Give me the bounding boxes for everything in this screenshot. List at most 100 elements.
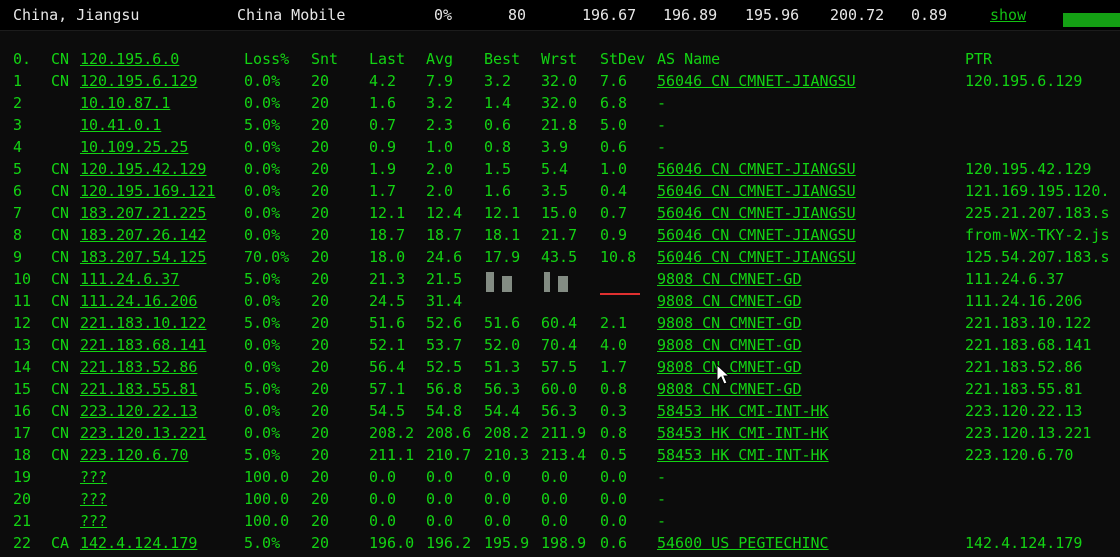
host-link[interactable]: 221.183.55.81: [80, 378, 197, 400]
best-value: 54.4: [484, 402, 521, 420]
host-link[interactable]: 111.24.16.206: [80, 290, 197, 312]
summary-loss: 0%: [434, 6, 453, 24]
as-name-link[interactable]: 56046 CN CMNET-JIANGSU: [657, 180, 856, 202]
host-link[interactable]: ???: [80, 488, 107, 510]
hop-number: 9: [13, 248, 23, 266]
best-value: 51.6: [484, 314, 521, 332]
ptr-value: 111.24.6.37: [965, 270, 1065, 288]
traceroute-table: 0. CN 120.195.6.0 Loss% Snt Last Avg Bes…: [0, 48, 1120, 554]
host-link[interactable]: 183.207.26.142: [80, 224, 206, 246]
table-row: 2 10.10.87.1 0.0% 20 1.6 3.2 1.4 32.0 6.8 -: [0, 92, 1120, 114]
last-value: 196.0: [369, 534, 415, 552]
host-link[interactable]: 221.183.52.86: [80, 356, 197, 378]
best-value: 12.1: [484, 204, 521, 222]
as-name-link[interactable]: 9808 CN CMNET-GD: [657, 356, 802, 378]
as-name-link[interactable]: 56046 CN CMNET-JIANGSU: [657, 246, 856, 268]
sent-value: 20: [311, 490, 330, 508]
as-name-link[interactable]: 9808 CN CMNET-GD: [657, 334, 802, 356]
country-code: CN: [51, 402, 70, 420]
as-name-link[interactable]: 58453 HK CMI-INT-HK: [657, 422, 829, 444]
avg-value: 3.2: [426, 94, 454, 112]
country-code: CN: [51, 424, 70, 442]
host-link[interactable]: 223.120.13.221: [80, 422, 206, 444]
host-link[interactable]: ???: [80, 466, 107, 488]
best-value: 51.3: [484, 358, 521, 376]
worst-value: 0.0: [541, 512, 569, 530]
loss-value: 5.0%: [244, 116, 281, 134]
country-code: CN: [51, 72, 70, 90]
table-row: 11 CN 111.24.16.206 0.0% 20 24.5 31.4 9808 CN C…: [0, 290, 1120, 312]
country-code: CN: [51, 270, 70, 288]
table-row: 9 CN 183.207.54.125 70.0% 20 18.0 24.6 17.9 43.5…: [0, 246, 1120, 268]
last-value: 56.4: [369, 358, 406, 376]
hop-number: 13: [13, 336, 32, 354]
host-link[interactable]: 142.4.124.179: [80, 532, 197, 554]
as-name-link[interactable]: 9808 CN CMNET-GD: [657, 268, 802, 290]
show-link[interactable]: show: [990, 6, 1026, 24]
loss-value: 0.0%: [244, 72, 281, 90]
last-value: 57.1: [369, 380, 406, 398]
ptr-value: 142.4.124.179: [965, 534, 1083, 552]
table-row: 6 CN 120.195.169.121 0.0% 20 1.7 2.0 1.6 3.5 0.4 5…: [0, 180, 1120, 202]
loss-value: 0.0%: [244, 402, 281, 420]
host-link[interactable]: 10.41.0.1: [80, 114, 161, 136]
host-link[interactable]: 120.195.42.129: [80, 158, 206, 180]
best-value: 3.2: [484, 72, 512, 90]
sent-value: 20: [311, 160, 330, 178]
host-link[interactable]: 120.195.169.121: [80, 180, 215, 202]
table-row: 13 CN 221.183.68.141 0.0% 20 52.1 53.7 52.0 70.4…: [0, 334, 1120, 356]
host-link[interactable]: 183.207.54.125: [80, 246, 206, 268]
host-link[interactable]: 223.120.22.13: [80, 400, 197, 422]
country-code: CA: [51, 534, 70, 552]
host-link[interactable]: 111.24.6.37: [80, 268, 179, 290]
country-code: CN: [51, 160, 70, 178]
as-name-link: -: [657, 468, 667, 486]
loss-value: 70.0%: [244, 248, 290, 266]
summary-last: 196.67: [582, 6, 637, 24]
as-name-link[interactable]: 56046 CN CMNET-JIANGSU: [657, 70, 856, 92]
stdev-value: 5.0: [600, 116, 628, 134]
as-name-link[interactable]: 56046 CN CMNET-JIANGSU: [657, 202, 856, 224]
country-code: CN: [51, 182, 70, 200]
hop-number: 15: [13, 380, 32, 398]
avg-value: 21.5: [426, 270, 463, 288]
country-code: CN: [51, 226, 70, 244]
as-name-link[interactable]: 58453 HK CMI-INT-HK: [657, 444, 829, 466]
host-link[interactable]: 223.120.6.70: [80, 444, 188, 466]
stdev-value: 0.8: [600, 424, 628, 442]
worst-value: 211.9: [541, 424, 587, 442]
host-link[interactable]: 221.183.68.141: [80, 334, 206, 356]
host-link[interactable]: 183.207.21.225: [80, 202, 206, 224]
sent-value: 20: [311, 94, 330, 112]
avg-value: 54.8: [426, 402, 463, 420]
host-link[interactable]: 10.10.87.1: [80, 92, 170, 114]
worst-value: 32.0: [541, 94, 578, 112]
avg-value: 210.7: [426, 446, 472, 464]
as-name-link[interactable]: 9808 CN CMNET-GD: [657, 378, 802, 400]
as-name-link: -: [657, 94, 667, 112]
as-name-link[interactable]: 9808 CN CMNET-GD: [657, 290, 802, 312]
hop-number: 4: [13, 138, 23, 156]
as-name-link[interactable]: 58453 HK CMI-INT-HK: [657, 400, 829, 422]
summary-best: 195.96: [745, 6, 800, 24]
host-link[interactable]: ???: [80, 510, 107, 532]
host-link[interactable]: 120.195.6.129: [80, 70, 197, 92]
as-name-link[interactable]: 54600 US PEGTECHINC: [657, 532, 829, 554]
last-value: 1.9: [369, 160, 397, 178]
avg-value: 208.6: [426, 424, 472, 442]
as-name-link[interactable]: 56046 CN CMNET-JIANGSU: [657, 224, 856, 246]
header-host-link[interactable]: 120.195.6.0: [80, 48, 179, 70]
sent-value: 20: [311, 182, 330, 200]
host-link[interactable]: 221.183.10.122: [80, 312, 206, 334]
sent-value: 20: [311, 446, 330, 464]
as-name-link[interactable]: 9808 CN CMNET-GD: [657, 312, 802, 334]
sent-value: 20: [311, 336, 330, 354]
as-name-link: -: [657, 490, 667, 508]
as-name-link[interactable]: 56046 CN CMNET-JIANGSU: [657, 158, 856, 180]
country-code: CN: [51, 336, 70, 354]
hop-number: 18: [13, 446, 32, 464]
header-as-name: AS Name: [657, 50, 721, 68]
loss-value: 0.0%: [244, 182, 281, 200]
ptr-value: 223.120.22.13: [965, 402, 1083, 420]
host-link[interactable]: 10.109.25.25: [80, 136, 188, 158]
